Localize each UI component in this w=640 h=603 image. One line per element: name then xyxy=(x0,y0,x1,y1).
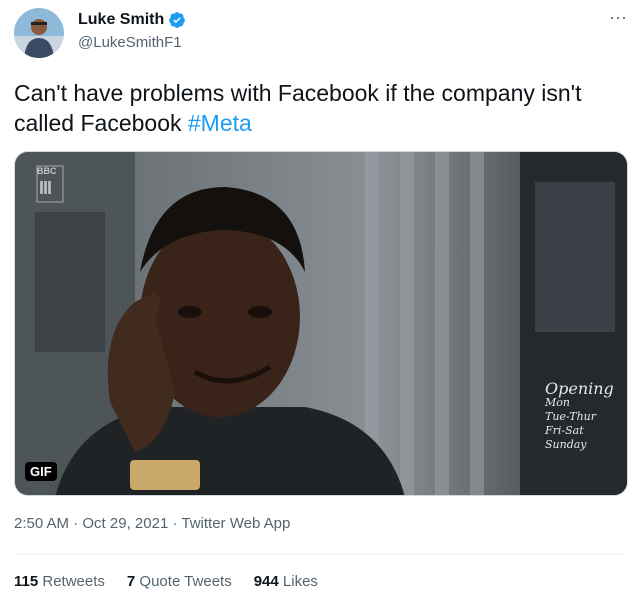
gif-badge[interactable]: GIF xyxy=(25,462,57,481)
channel-number: III xyxy=(39,178,52,198)
tweet-time[interactable]: 2:50 AM xyxy=(14,515,69,532)
tweet-text: Can't have problems with Facebook if the… xyxy=(14,78,614,138)
shop-sign: Opening Mon Tue-Thur Fri-Sat Sunday xyxy=(545,379,614,452)
author-handle[interactable]: @LukeSmithF1 xyxy=(78,34,182,51)
tweet-metadata: 2:50 AM · Oct 29, 2021 · Twitter Web App xyxy=(14,515,290,532)
sign-line: Opening xyxy=(545,379,614,398)
sign-line: Mon xyxy=(545,396,570,409)
quotes-count: 7 xyxy=(126,573,136,590)
quote-tweets-stat[interactable]: 7 Quote Tweets xyxy=(127,573,232,590)
quotes-label: Quote Tweets xyxy=(139,573,232,590)
divider xyxy=(14,554,626,555)
sign-line: Sunday xyxy=(545,438,587,451)
sign-line: Tue-Thur xyxy=(545,410,597,423)
hashtag-link[interactable]: #Meta xyxy=(188,110,252,136)
tweet-source-app[interactable]: Twitter Web App xyxy=(181,515,290,532)
retweets-count: 115 xyxy=(14,573,39,590)
tweet-text-body: Can't have problems with Facebook if the… xyxy=(14,80,582,136)
retweets-label: Retweets xyxy=(42,573,105,590)
sign-line: Fri-Sat xyxy=(545,424,584,437)
likes-count: 944 xyxy=(253,573,279,590)
meta-separator: · xyxy=(172,515,178,532)
tweet-stats: 115 Retweets 7 Quote Tweets 944 Likes xyxy=(14,573,340,590)
tweet-date[interactable]: Oct 29, 2021 xyxy=(82,515,168,532)
likes-label: Likes xyxy=(282,573,318,590)
retweets-stat[interactable]: 115 Retweets xyxy=(14,573,105,590)
more-options-icon[interactable]: ··· xyxy=(609,8,627,26)
tweet-media-gif[interactable]: BBC III Opening Mon Tue-Thur Fri-Sat Sun… xyxy=(14,151,628,496)
meta-separator: · xyxy=(73,515,79,532)
avatar[interactable] xyxy=(14,8,64,58)
gif-frame-image xyxy=(15,152,627,495)
verified-badge-icon xyxy=(169,12,186,28)
channel-logo-text: BBC xyxy=(37,166,57,176)
profile-avatar-image xyxy=(14,8,64,58)
display-name[interactable]: Luke Smith xyxy=(78,11,164,29)
author-name-row: Luke Smith xyxy=(78,11,186,29)
likes-stat[interactable]: 944 Likes xyxy=(254,573,318,590)
